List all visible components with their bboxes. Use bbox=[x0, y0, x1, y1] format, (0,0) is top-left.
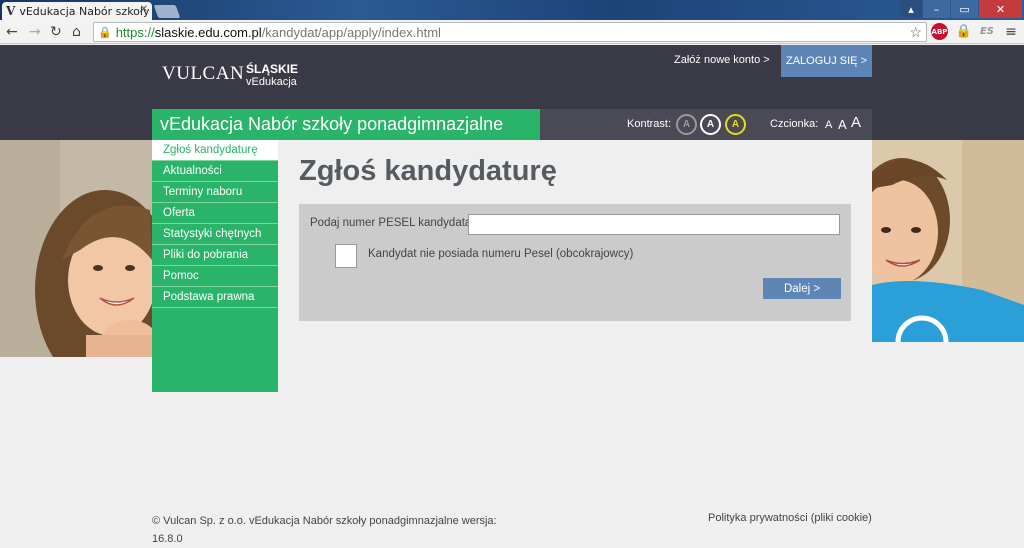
contrast-normal-button[interactable]: A bbox=[676, 114, 697, 135]
url-host: slaskie.edu.com.pl bbox=[154, 24, 262, 40]
window-close-icon[interactable]: ✕ bbox=[979, 0, 1022, 18]
sidebar-item-terminy-naboru[interactable]: Terminy naboru bbox=[152, 182, 278, 203]
vulcan-logo[interactable]: VULCAN bbox=[162, 63, 244, 85]
sidebar-item-statystyki-chetnych[interactable]: Statystyki chętnych bbox=[152, 224, 278, 245]
address-bar-row: ← → ↻ ⌂ 🔒 https://slaskie.edu.com.pl/kan… bbox=[0, 20, 1024, 44]
font-large-button[interactable]: A bbox=[851, 114, 861, 131]
region-logo-subtitle: vEdukacja bbox=[246, 76, 297, 88]
footer-version: 16.8.0 bbox=[152, 533, 183, 545]
footer-copyright: © Vulcan Sp. z o.o. vEdukacja Nabór szko… bbox=[152, 512, 522, 548]
forward-arrow-icon[interactable]: → bbox=[29, 24, 41, 40]
pesel-form: Podaj numer PESEL kandydata: Kandydat ni… bbox=[299, 204, 851, 321]
signup-link[interactable]: Załóż nowe konto > bbox=[674, 54, 770, 66]
sidebar-item-aktualnosci[interactable]: Aktualności bbox=[152, 161, 278, 182]
next-button[interactable]: Dalej > bbox=[763, 278, 841, 299]
profile-icon[interactable]: ▴ bbox=[900, 0, 922, 18]
contrast-yellow-button[interactable]: A bbox=[725, 114, 746, 135]
student-photo-left bbox=[0, 140, 152, 357]
home-icon[interactable]: ⌂ bbox=[72, 24, 81, 40]
no-pesel-checkbox[interactable] bbox=[335, 244, 357, 268]
accessibility-bar: Kontrast: A A A Czcionka: A A A bbox=[540, 109, 872, 140]
sidebar-item-podstawa-prawna[interactable]: Podstawa prawna bbox=[152, 287, 278, 308]
font-small-button[interactable]: A bbox=[825, 119, 832, 131]
contrast-label: Kontrast: bbox=[627, 118, 672, 130]
browser-tab[interactable]: V vEdukacja Nabór szkoły p ✕ bbox=[2, 2, 152, 20]
page-title: Zgłoś kandydaturę bbox=[299, 155, 557, 187]
region-logo[interactable]: ŚLĄSKIE vEdukacja bbox=[246, 63, 298, 89]
login-button[interactable]: ZALOGUJ SIĘ > bbox=[781, 45, 872, 77]
url-field[interactable]: 🔒 https://slaskie.edu.com.pl/kandydat/ap… bbox=[93, 22, 927, 42]
tab-title: vEdukacja Nabór szkoły p bbox=[19, 4, 152, 18]
contrast-high-button[interactable]: A bbox=[700, 114, 721, 135]
sidebar-item-zglos-kandydature[interactable]: Zgłoś kandydaturę bbox=[152, 140, 278, 161]
privacy-policy-link[interactable]: Polityka prywatności (pliki cookie) bbox=[708, 512, 872, 524]
font-medium-button[interactable]: A bbox=[838, 117, 847, 132]
sidebar-item-pliki-do-pobrania[interactable]: Pliki do pobrania bbox=[152, 245, 278, 266]
tab-close-icon[interactable]: ✕ bbox=[140, 4, 148, 15]
url-path: /kandydat/app/apply/index.html bbox=[261, 24, 441, 40]
boy-photo-illustration bbox=[872, 140, 1024, 342]
back-arrow-icon[interactable]: ← bbox=[6, 24, 18, 40]
pesel-label: Podaj numer PESEL kandydata: bbox=[310, 217, 475, 229]
app-title-bar: vEdukacja Nabór szkoły ponadgimnazjalne bbox=[152, 109, 540, 140]
lock-icon: 🔒 bbox=[98, 26, 112, 39]
font-size-label: Czcionka: bbox=[770, 118, 819, 130]
sidebar-item-pomoc[interactable]: Pomoc bbox=[152, 266, 278, 287]
lock-extension-icon[interactable]: 🔒 bbox=[956, 23, 972, 40]
vulcan-favicon-icon: V bbox=[6, 4, 16, 18]
footer-copyright-text: © Vulcan Sp. z o.o. vEdukacja Nabór szko… bbox=[152, 515, 497, 527]
bookmark-star-icon[interactable]: ☆ bbox=[909, 24, 922, 41]
window-controls: ▴ – ▭ ✕ bbox=[899, 0, 1022, 18]
student-photo-right bbox=[872, 140, 1024, 342]
minimize-icon[interactable]: – bbox=[923, 0, 950, 18]
girl-photo-illustration bbox=[0, 140, 152, 357]
es-extension-icon[interactable]: ES bbox=[978, 23, 996, 40]
reload-icon[interactable]: ↻ bbox=[50, 24, 62, 40]
no-pesel-label[interactable]: Kandydat nie posiada numeru Pesel (obcok… bbox=[368, 248, 633, 260]
browser-menu-icon[interactable]: ≡ bbox=[1003, 23, 1019, 40]
maximize-icon[interactable]: ▭ bbox=[951, 0, 978, 18]
region-logo-title: ŚLĄSKIE bbox=[246, 62, 299, 76]
new-tab-button[interactable] bbox=[153, 5, 181, 18]
url-protocol: https:// bbox=[115, 24, 155, 40]
pesel-input[interactable] bbox=[468, 214, 840, 235]
sidebar-menu: Zgłoś kandydaturę Aktualności Terminy na… bbox=[152, 140, 278, 392]
browser-tab-bar: V vEdukacja Nabór szkoły p ✕ ▴ – ▭ ✕ bbox=[0, 0, 1024, 20]
app-title: vEdukacja Nabór szkoły ponadgimnazjalne bbox=[160, 114, 504, 134]
adblock-extension-icon[interactable]: ABP bbox=[931, 23, 948, 40]
sidebar-item-oferta[interactable]: Oferta bbox=[152, 203, 278, 224]
